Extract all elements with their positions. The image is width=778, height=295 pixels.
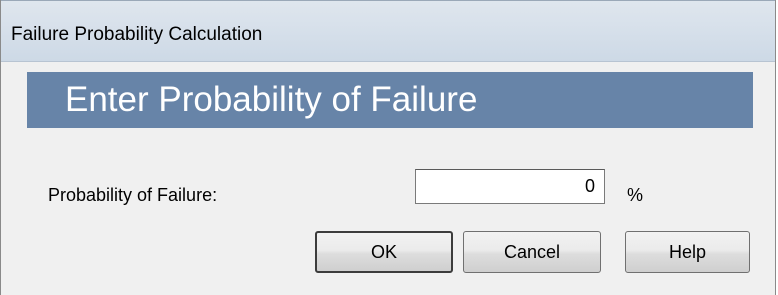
- percent-unit-label: %: [627, 185, 644, 205]
- probability-of-failure-label: Probability of Failure:: [48, 185, 218, 205]
- header-banner: Enter Probability of Failure: [27, 72, 753, 128]
- help-button[interactable]: Help: [625, 231, 750, 273]
- probability-of-failure-input[interactable]: [415, 169, 605, 204]
- window-title: Failure Probability Calculation: [11, 24, 263, 45]
- banner-heading: Enter Probability of Failure: [65, 80, 478, 119]
- cancel-button[interactable]: Cancel: [463, 231, 601, 273]
- ok-button[interactable]: OK: [315, 231, 453, 273]
- dialog-body: Enter Probability of Failure Probability…: [1, 62, 775, 295]
- title-bar[interactable]: Failure Probability Calculation: [1, 0, 775, 62]
- failure-probability-dialog: Failure Probability Calculation Enter Pr…: [0, 0, 776, 295]
